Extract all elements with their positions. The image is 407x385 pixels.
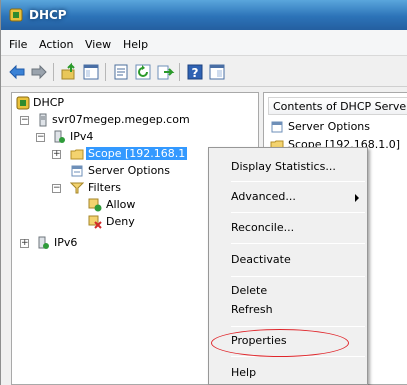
folder-icon	[70, 149, 84, 160]
menu-item-properties[interactable]: Properties	[209, 330, 367, 352]
menu-separator	[231, 212, 365, 213]
server-icon	[39, 113, 47, 127]
menu-item-reconcile[interactable]: Reconcile...	[209, 217, 367, 239]
tree-node-ipv6[interactable]: + IPv6	[16, 235, 136, 252]
tree-label-ipv6: IPv6	[54, 236, 78, 249]
menu-view[interactable]: View	[85, 38, 111, 51]
menu-item-refresh[interactable]: Refresh	[209, 299, 367, 321]
up-icon[interactable]	[59, 62, 79, 82]
collapse-icon[interactable]: −	[52, 184, 61, 193]
allow-icon	[88, 198, 102, 212]
tree-label-scope: Scope [192.168.1	[86, 147, 188, 160]
window-title: DHCP	[29, 8, 67, 22]
column-header[interactable]: Contents of DHCP Serve	[268, 97, 407, 115]
tree-node-ipv4[interactable]: − IPv4	[16, 129, 136, 146]
menu-item-label: Refresh	[231, 303, 273, 316]
menu-bar: File Action View Help	[1, 30, 407, 56]
menu-help[interactable]: Help	[123, 38, 148, 51]
toolbar-separator	[53, 63, 54, 81]
deny-icon	[88, 215, 102, 229]
title-bar[interactable]: DHCP	[1, 0, 407, 30]
tree-label-ipv4: IPv4	[70, 130, 94, 143]
ipv4-icon	[54, 130, 65, 143]
submenu-arrow-icon	[355, 194, 359, 202]
export-icon[interactable]	[155, 62, 175, 82]
collapse-icon[interactable]: −	[36, 133, 45, 142]
show-hide-tree-icon[interactable]	[81, 62, 101, 82]
menu-item-label: Display Statistics...	[231, 160, 336, 173]
menu-item-label: Advanced...	[231, 190, 296, 203]
dhcp-icon	[16, 96, 30, 110]
mmc-window: DHCP File Action View Help ? DHCP − svr0…	[0, 0, 407, 385]
tree-label-allow: Allow	[106, 198, 136, 211]
menu-item-label: Reconcile...	[231, 221, 295, 234]
menu-separator	[231, 276, 365, 277]
list-item-label: Server Options	[288, 120, 371, 133]
properties-icon[interactable]	[111, 62, 131, 82]
collapse-icon[interactable]: −	[20, 116, 29, 125]
forward-icon[interactable]	[29, 62, 49, 82]
ipv6-icon	[38, 236, 49, 249]
menu-item-label: Help	[231, 366, 257, 379]
tree-node-allow[interactable]: Allow	[16, 197, 136, 214]
back-icon[interactable]	[7, 62, 27, 82]
toolbar: ?	[1, 57, 407, 87]
tree-node-filters[interactable]: − Filters	[16, 180, 136, 197]
context-menu: Display Statistics... Advanced... Reconc…	[208, 147, 368, 385]
console-icon[interactable]	[207, 62, 227, 82]
toolbar-separator	[179, 63, 180, 81]
server-options-icon	[271, 121, 283, 133]
toolbar-separator	[105, 63, 106, 81]
menu-item-display-statistics[interactable]: Display Statistics...	[209, 156, 367, 178]
menu-separator	[231, 181, 365, 182]
menu-separator	[231, 356, 365, 357]
menu-separator	[231, 243, 365, 244]
tree-label-filters: Filters	[88, 181, 121, 194]
refresh-icon[interactable]	[133, 62, 153, 82]
tree-label-dhcp: DHCP	[33, 96, 65, 109]
dhcp-icon	[9, 8, 23, 22]
tree-node-dhcp[interactable]: DHCP	[16, 95, 136, 112]
tree-label-deny: Deny	[106, 215, 135, 228]
menu-file[interactable]: File	[9, 38, 27, 51]
tree-node-scope[interactable]: + Scope [192.168.1	[16, 146, 216, 163]
menu-item-label: Properties	[231, 334, 287, 347]
help-icon[interactable]: ?	[185, 62, 205, 82]
server-options-icon	[71, 165, 83, 177]
menu-item-label: Deactivate	[231, 253, 291, 266]
svg-text:?: ?	[192, 66, 199, 80]
menu-item-help[interactable]: Help	[209, 362, 367, 384]
menu-item-label: Delete	[231, 284, 268, 297]
tree-node-server-options[interactable]: Server Options	[16, 163, 170, 180]
menu-item-deactivate[interactable]: Deactivate	[209, 249, 367, 271]
tree-node-server[interactable]: − svr07megep.megep.com	[16, 112, 256, 129]
expand-icon[interactable]: +	[52, 150, 61, 159]
menu-separator	[231, 326, 365, 327]
menu-action[interactable]: Action	[39, 38, 73, 51]
tree-label-server-options: Server Options	[88, 164, 171, 177]
tree-node-deny[interactable]: Deny	[16, 214, 136, 231]
menu-item-advanced[interactable]: Advanced...	[209, 186, 367, 208]
expand-icon[interactable]: +	[20, 239, 29, 248]
filter-icon	[70, 182, 84, 194]
tree-label-server: svr07megep.megep.com	[52, 113, 190, 126]
list-item[interactable]: Server Options	[270, 119, 407, 135]
